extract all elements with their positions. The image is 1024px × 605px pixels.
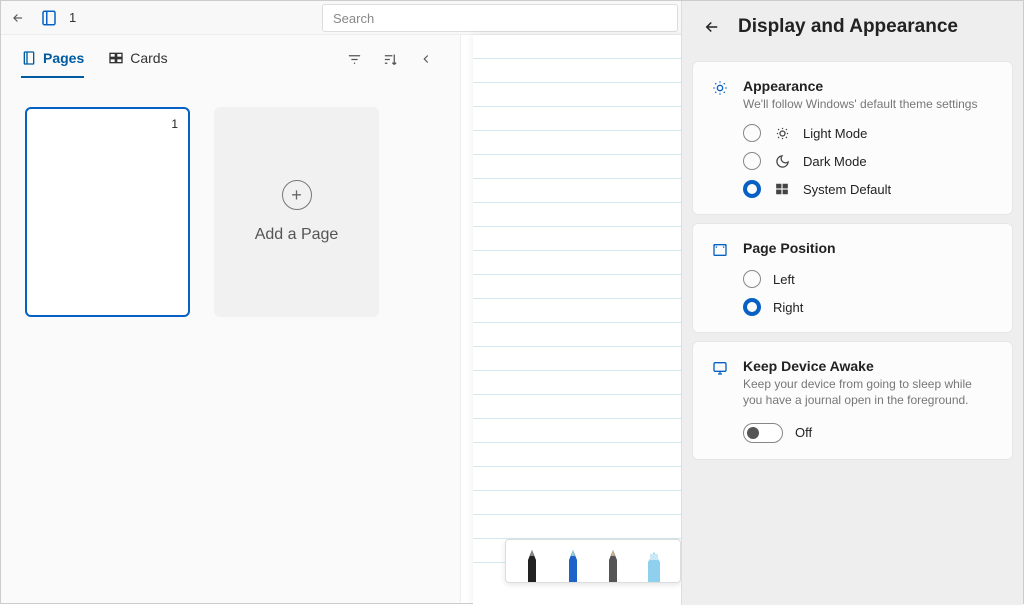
page-canvas[interactable] <box>473 35 683 605</box>
page-number: 1 <box>171 117 178 131</box>
option-label: Light Mode <box>803 126 867 141</box>
tab-cards[interactable]: Cards <box>108 40 167 78</box>
plus-icon: + <box>282 180 312 210</box>
add-page-label: Add a Page <box>255 226 339 244</box>
tab-pages-label: Pages <box>43 50 84 66</box>
sort-button[interactable] <box>376 45 404 73</box>
pen-tray <box>505 539 681 583</box>
cards-icon <box>108 50 124 66</box>
pages-icon <box>21 50 37 66</box>
keep-awake-subtitle: Keep your device from going to sleep whi… <box>743 376 994 408</box>
settings-back-button[interactable] <box>700 15 724 39</box>
thumbnail-grid: 1 + Add a Page <box>1 83 460 341</box>
back-button[interactable] <box>1 11 35 25</box>
page-position-option-right[interactable]: Right <box>743 298 994 316</box>
page-position-option-left[interactable]: Left <box>743 270 994 288</box>
tab-pages[interactable]: Pages <box>21 40 84 78</box>
page-position-title: Page Position <box>743 240 994 256</box>
filter-button[interactable] <box>340 45 368 73</box>
page-position-icon <box>711 240 729 258</box>
radio-unselected <box>743 270 761 288</box>
appearance-subtitle: We'll follow Windows' default theme sett… <box>743 96 994 112</box>
keep-awake-title: Keep Device Awake <box>743 358 994 374</box>
windows-icon <box>773 182 791 196</box>
settings-panel: Display and Appearance Appearance We'll … <box>681 1 1023 605</box>
app-icon <box>39 8 59 28</box>
keep-awake-state: Off <box>795 425 812 440</box>
appearance-option-light[interactable]: Light Mode <box>743 124 994 142</box>
document-title: 1 <box>69 10 76 25</box>
radio-unselected <box>743 124 761 142</box>
collapse-button[interactable] <box>412 45 440 73</box>
monitor-icon <box>711 358 729 376</box>
pen-highlighter[interactable] <box>638 542 670 582</box>
add-page-button[interactable]: + Add a Page <box>214 107 379 317</box>
keep-awake-toggle[interactable] <box>743 423 783 443</box>
settings-header: Display and Appearance <box>682 1 1023 53</box>
option-label: System Default <box>803 182 891 197</box>
appearance-option-system[interactable]: System Default <box>743 180 994 198</box>
page-list-panel: Pages Cards 1 + Add a Page <box>1 35 461 603</box>
page-position-card: Page Position Left Right <box>692 223 1013 333</box>
keep-awake-card: Keep Device Awake Keep your device from … <box>692 341 1013 459</box>
option-label: Dark Mode <box>803 154 867 169</box>
settings-title: Display and Appearance <box>738 16 958 38</box>
search-input[interactable] <box>322 4 678 32</box>
moon-icon <box>773 154 791 169</box>
radio-selected <box>743 298 761 316</box>
appearance-title: Appearance <box>743 78 994 94</box>
appearance-card: Appearance We'll follow Windows' default… <box>692 61 1013 215</box>
page-thumbnail-1[interactable]: 1 <box>25 107 190 317</box>
sun-icon <box>773 126 791 141</box>
option-label: Right <box>773 300 803 315</box>
pen-black[interactable] <box>516 542 548 582</box>
option-label: Left <box>773 272 795 287</box>
tab-cards-label: Cards <box>130 50 167 66</box>
tab-bar: Pages Cards <box>1 35 460 83</box>
tab-tools <box>340 45 440 73</box>
pen-pencil[interactable] <box>597 542 629 582</box>
appearance-icon <box>711 78 729 96</box>
search-wrap <box>322 4 678 32</box>
pen-blue[interactable] <box>557 542 589 582</box>
appearance-option-dark[interactable]: Dark Mode <box>743 152 994 170</box>
radio-selected <box>743 180 761 198</box>
radio-unselected <box>743 152 761 170</box>
